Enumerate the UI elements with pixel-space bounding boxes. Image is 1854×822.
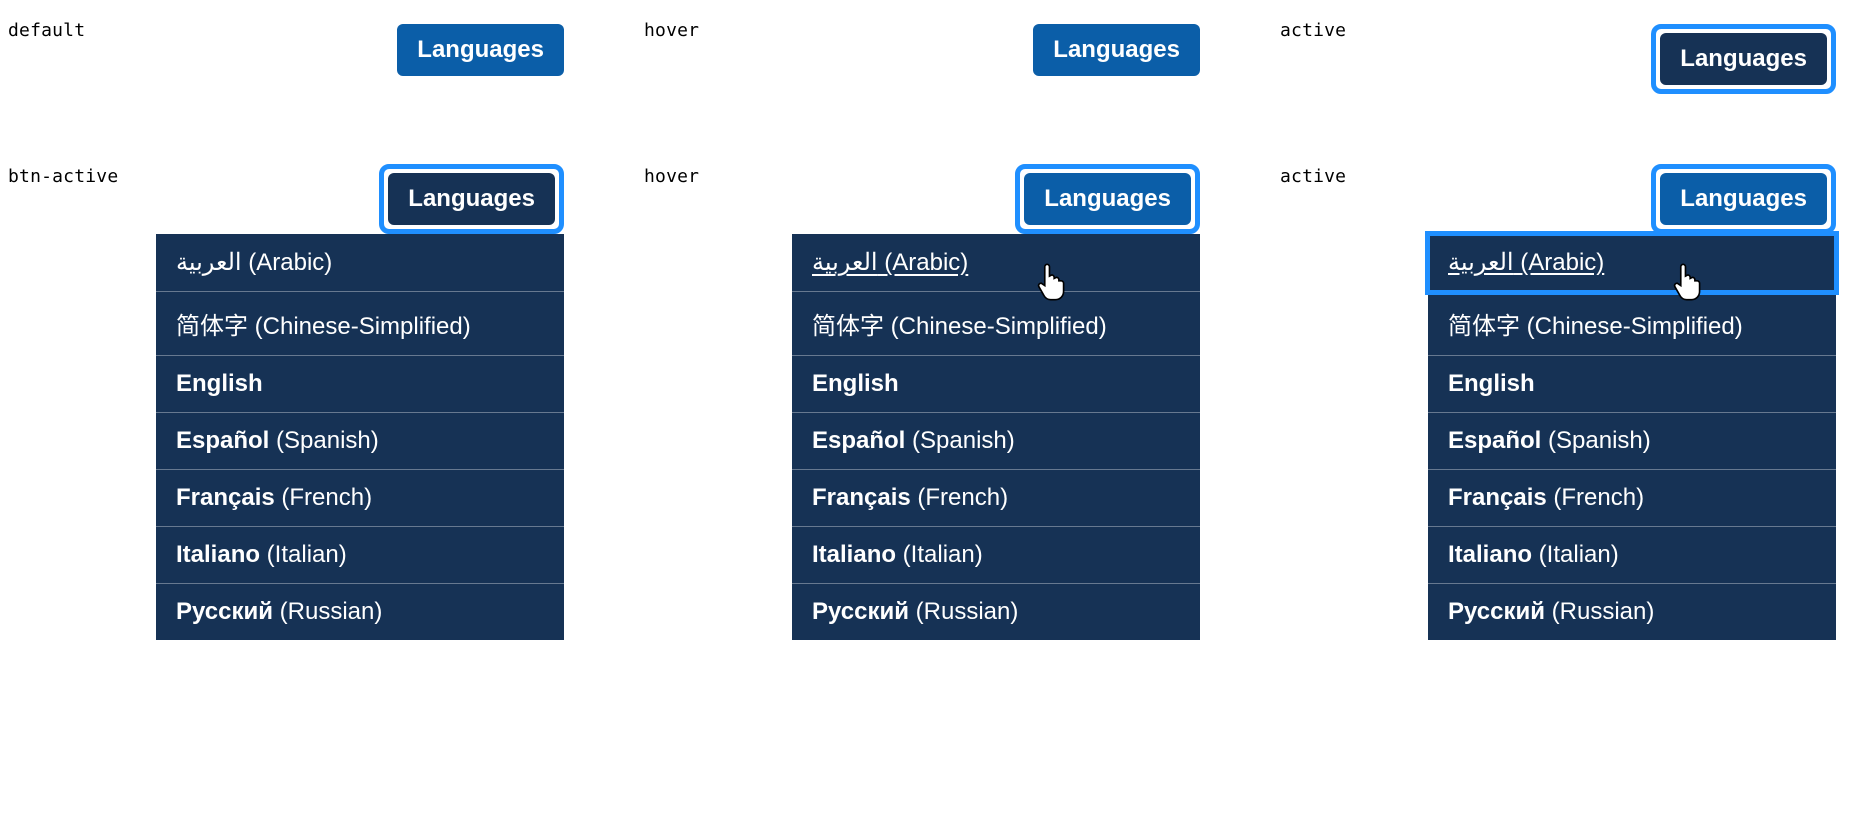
language-native: English [812,370,899,397]
languages-button[interactable]: Languages [388,173,555,225]
language-option[interactable]: Italiano (Italian) [156,527,564,584]
focus-ring: Languages [1651,24,1836,94]
variant-open-item-hover: hover Languages العربية (Arabic)简体字 (Chi… [644,164,1200,640]
variant-default: default Languages [8,18,564,94]
languages-dropdown: العربية (Arabic)简体字 (Chinese-Simplified)… [156,234,564,640]
language-english: (Chinese-Simplified) [884,313,1107,340]
language-option[interactable]: English [792,356,1200,413]
language-english: (Chinese-Simplified) [1520,313,1743,340]
language-native: Italiano [812,541,896,568]
variant-active: active Languages [1280,18,1836,94]
language-english: (Chinese-Simplified) [248,313,471,340]
state-label: active [1280,20,1346,41]
language-native: 简体字 [1448,313,1520,340]
focus-ring: Languages [1651,164,1836,234]
language-native: العربية [176,249,242,276]
state-label: default [8,20,85,41]
languages-dropdown: العربية (Arabic)简体字 (Chinese-Simplified)… [792,234,1200,640]
language-english: (French) [1547,484,1644,511]
language-option[interactable]: Italiano (Italian) [792,527,1200,584]
language-option[interactable]: English [1428,356,1836,413]
language-native: Русский [1448,598,1545,625]
language-english: (Spanish) [905,427,1014,454]
language-native: 简体字 [812,313,884,340]
languages-button[interactable]: Languages [1660,173,1827,225]
languages-button[interactable]: Languages [1033,24,1200,76]
languages-button[interactable]: Languages [397,24,564,76]
language-option[interactable]: 简体字 (Chinese-Simplified) [1428,292,1836,356]
language-native: Español [176,427,269,454]
language-native: English [1448,370,1535,397]
language-english: (French) [275,484,372,511]
language-native: Français [1448,484,1547,511]
language-english: (Russian) [273,598,382,625]
state-label: hover [644,20,699,41]
language-option[interactable]: Français (French) [1428,470,1836,527]
language-english: (Italian) [260,541,347,568]
language-option[interactable]: 简体字 (Chinese-Simplified) [792,292,1200,356]
language-english: (Russian) [909,598,1018,625]
focus-ring: Languages [379,164,564,234]
language-english: (Arabic) [878,249,969,276]
language-native: Français [176,484,275,511]
language-native: Español [1448,427,1541,454]
language-english: (Spanish) [1541,427,1650,454]
language-english: (Spanish) [269,427,378,454]
variant-open-item-active: active Languages العربية (Arabic)简体字 (Ch… [1280,164,1836,640]
language-native: Русский [812,598,909,625]
language-english: (Italian) [1532,541,1619,568]
language-native: Русский [176,598,273,625]
language-option[interactable]: English [156,356,564,413]
language-option[interactable]: Español (Spanish) [156,413,564,470]
language-option[interactable]: Italiano (Italian) [1428,527,1836,584]
language-english: (Italian) [896,541,983,568]
language-native: English [176,370,263,397]
language-option[interactable]: Français (French) [156,470,564,527]
language-native: Español [812,427,905,454]
variant-btn-active-open: btn-active Languages العربية (Arabic)简体字… [8,164,564,640]
language-english: (French) [911,484,1008,511]
language-native: Italiano [176,541,260,568]
language-option[interactable]: Español (Spanish) [792,413,1200,470]
language-native: العربية [1448,249,1514,276]
language-native: Français [812,484,911,511]
language-option[interactable]: Français (French) [792,470,1200,527]
languages-button[interactable]: Languages [1660,33,1827,85]
language-option[interactable]: العربية (Arabic) [792,234,1200,292]
language-native: 简体字 [176,313,248,340]
variant-hover: hover Languages [644,18,1200,94]
language-english: (Russian) [1545,598,1654,625]
language-option[interactable]: Русский (Russian) [1428,584,1836,640]
focus-ring: Languages [1015,164,1200,234]
language-option[interactable]: Русский (Russian) [156,584,564,640]
language-native: Italiano [1448,541,1532,568]
language-english: (Arabic) [242,249,333,276]
language-option[interactable]: العربية (Arabic) [156,234,564,292]
language-option[interactable]: Español (Spanish) [1428,413,1836,470]
language-native: العربية [812,249,878,276]
languages-dropdown: العربية (Arabic)简体字 (Chinese-Simplified)… [1428,234,1836,640]
language-english: (Arabic) [1514,249,1605,276]
language-option[interactable]: Русский (Russian) [792,584,1200,640]
language-option[interactable]: العربية (Arabic) [1428,234,1836,292]
languages-button[interactable]: Languages [1024,173,1191,225]
language-option[interactable]: 简体字 (Chinese-Simplified) [156,292,564,356]
